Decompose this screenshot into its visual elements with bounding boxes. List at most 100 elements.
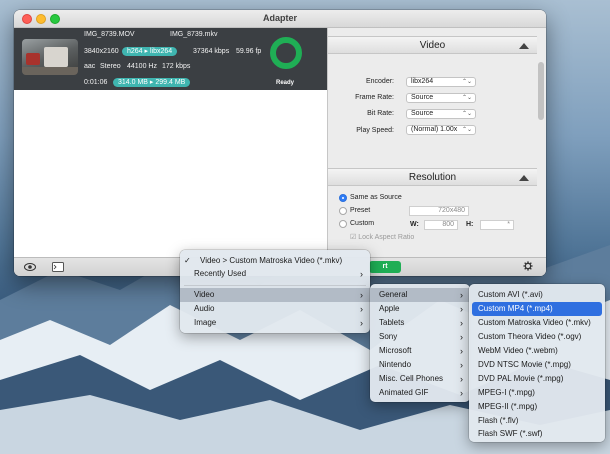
submenu-item-misc-cell-phones[interactable]: Misc. Cell Phones › <box>370 372 470 386</box>
audio-bitrate: 172 kbps <box>162 63 191 70</box>
video-bitrate: 37364 kbps <box>193 48 230 55</box>
stepper-icon: ⌃⌄ <box>461 79 472 85</box>
video-codec-in: h264 <box>127 48 143 55</box>
chevron-right-icon: › <box>360 318 363 328</box>
chevron-right-icon: › <box>460 374 463 384</box>
chevron-right-icon: › <box>460 290 463 300</box>
submenu-item-tablets[interactable]: Tablets › <box>370 316 470 330</box>
format-item-mpeg2[interactable]: MPEG-II (*.mpg) <box>472 400 602 414</box>
status-label: Ready <box>276 80 295 86</box>
video-codec-out: libx264 <box>150 48 173 55</box>
play-speed-select[interactable]: (Normal) 1.00x ⌃⌄ <box>406 125 476 135</box>
submenu-item-sony[interactable]: Sony › <box>370 330 470 344</box>
encoder-select[interactable]: libx264 ⌃⌄ <box>406 77 476 87</box>
height-label: H: <box>466 221 474 228</box>
chevron-right-icon: › <box>360 304 363 314</box>
chevron-right-icon: › <box>460 346 463 356</box>
width-label: W: <box>410 221 419 228</box>
height-input[interactable]: * <box>480 220 514 230</box>
terminal-log-icon[interactable] <box>52 262 64 272</box>
file-row[interactable]: IMG_8739.MOV IMG_8739.mkv 3840x2160 h264… <box>14 28 327 90</box>
frame-rate: 59.96 fp <box>236 48 262 55</box>
chevron-right-icon: › <box>460 388 463 398</box>
size-in: 314.0 MB <box>118 79 148 86</box>
preset-label: Preset <box>350 207 371 214</box>
menu-item-image[interactable]: Image › <box>180 316 370 330</box>
width-input[interactable]: 800 <box>424 220 458 230</box>
video-section-header[interactable]: Video <box>328 36 537 54</box>
checkbox-icon: ☑ <box>350 234 359 241</box>
start-button[interactable]: rt <box>369 261 401 273</box>
settings-scrollbar[interactable] <box>538 62 544 120</box>
same-as-source-radio[interactable] <box>339 194 347 202</box>
submenu-item-microsoft[interactable]: Microsoft › <box>370 344 470 358</box>
stepper-icon: ⌃⌄ <box>461 127 472 133</box>
submenu-item-general[interactable]: General › <box>370 288 470 302</box>
format-item-mp4[interactable]: Custom MP4 (*.mp4) <box>472 302 602 316</box>
settings-panel: Video Encoder: libx264 ⌃⌄ Frame Rate: Sou… <box>327 28 546 257</box>
format-item-webm[interactable]: WebM Video (*.webm) <box>472 344 602 358</box>
file-list: IMG_8739.MOV IMG_8739.mkv 3840x2160 h264… <box>14 28 327 257</box>
preset-select[interactable]: 720x480 <box>409 206 469 216</box>
video-codec-pill: h264 ▸ libx264 <box>122 47 178 56</box>
frame-rate-label: Frame Rate: <box>355 94 394 101</box>
format-item-mpeg1[interactable]: MPEG-I (*.mpg) <box>472 386 602 400</box>
audio-codec: aac <box>84 63 96 70</box>
collapse-triangle-icon[interactable] <box>519 175 529 181</box>
format-item-swf[interactable]: Flash SWF (*.swf) <box>472 427 602 441</box>
progress-ring-icon <box>270 37 302 69</box>
window-title: Adapter <box>262 13 297 23</box>
chevron-right-icon: › <box>460 318 463 328</box>
duration: 0:01:06 <box>84 79 108 86</box>
menu-item-audio[interactable]: Audio › <box>180 302 370 316</box>
bit-rate-select[interactable]: Source ⌃⌄ <box>406 109 476 119</box>
stepper-icon: ⌃⌄ <box>461 95 472 101</box>
format-item-mkv[interactable]: Custom Matroska Video (*.mkv) <box>472 316 602 330</box>
chevron-right-icon: › <box>460 332 463 342</box>
menu-item-recently-used[interactable]: Recently Used › <box>180 267 370 281</box>
resolution-text: 3840x2160 <box>84 48 119 55</box>
adapter-window: Adapter IMG_8739.MOV IMG_8739.mkv 3840x2… <box>14 10 546 276</box>
frame-rate-select[interactable]: Source ⌃⌄ <box>406 93 476 103</box>
output-filename: IMG_8739.mkv <box>170 31 218 38</box>
size-out: 299.4 MB <box>155 79 186 86</box>
format-item-avi[interactable]: Custom AVI (*.avi) <box>472 288 602 302</box>
preview-eye-icon[interactable] <box>24 262 36 272</box>
encoder-label: Encoder: <box>365 78 394 85</box>
custom-label: Custom <box>350 220 375 227</box>
chevron-right-icon: › <box>460 304 463 314</box>
chevron-right-icon: › <box>360 269 363 279</box>
video-submenu: General › Apple › Tablets › Sony › Microsoft… <box>370 284 470 402</box>
format-item-ogv[interactable]: Custom Theora Video (*.ogv) <box>472 330 602 344</box>
checkmark-icon: ✓ <box>184 256 191 265</box>
play-speed-label: Play Speed: <box>356 127 394 134</box>
source-filename: IMG_8739.MOV <box>84 31 135 38</box>
custom-radio[interactable] <box>339 220 347 228</box>
lock-aspect-checkbox[interactable]: ☑ Lock Aspect Ratio <box>350 233 414 241</box>
chevron-right-icon: › <box>460 360 463 370</box>
format-item-flv[interactable]: Flash (*.flv) <box>472 414 602 428</box>
title-bar: Adapter <box>14 10 546 28</box>
audio-sample-rate: 44100 Hz <box>127 63 157 70</box>
menu-item-current-format[interactable]: ✓ Video > Custom Matroska Video (*.mkv) <box>180 254 370 268</box>
video-thumbnail <box>22 39 78 75</box>
stepper-icon: ⌃⌄ <box>461 111 472 117</box>
gear-icon[interactable] <box>522 261 534 271</box>
format-menu: ✓ Video > Custom Matroska Video (*.mkv) … <box>180 250 370 333</box>
submenu-item-nintendo[interactable]: Nintendo › <box>370 358 470 372</box>
submenu-item-apple[interactable]: Apple › <box>370 302 470 316</box>
submenu-item-animated-gif[interactable]: Animated GIF › <box>370 386 470 400</box>
resolution-section-header[interactable]: Resolution <box>328 168 537 186</box>
chevron-right-icon: › <box>360 290 363 300</box>
size-pill: 314.0 MB ▸ 299.4 MB <box>113 78 191 87</box>
same-as-source-label: Same as Source <box>350 194 402 201</box>
bit-rate-label: Bit Rate: <box>367 110 394 117</box>
general-submenu: Custom AVI (*.avi) Custom MP4 (*.mp4) Cu… <box>469 284 605 442</box>
menu-item-video[interactable]: Video › <box>180 288 370 302</box>
resolution-section-title: Resolution <box>408 172 457 183</box>
menu-separator <box>184 285 366 286</box>
preset-radio[interactable] <box>339 207 347 215</box>
format-item-dvd-ntsc[interactable]: DVD NTSC Movie (*.mpg) <box>472 358 602 372</box>
collapse-triangle-icon[interactable] <box>519 43 529 49</box>
format-item-dvd-pal[interactable]: DVD PAL Movie (*.mpg) <box>472 372 602 386</box>
